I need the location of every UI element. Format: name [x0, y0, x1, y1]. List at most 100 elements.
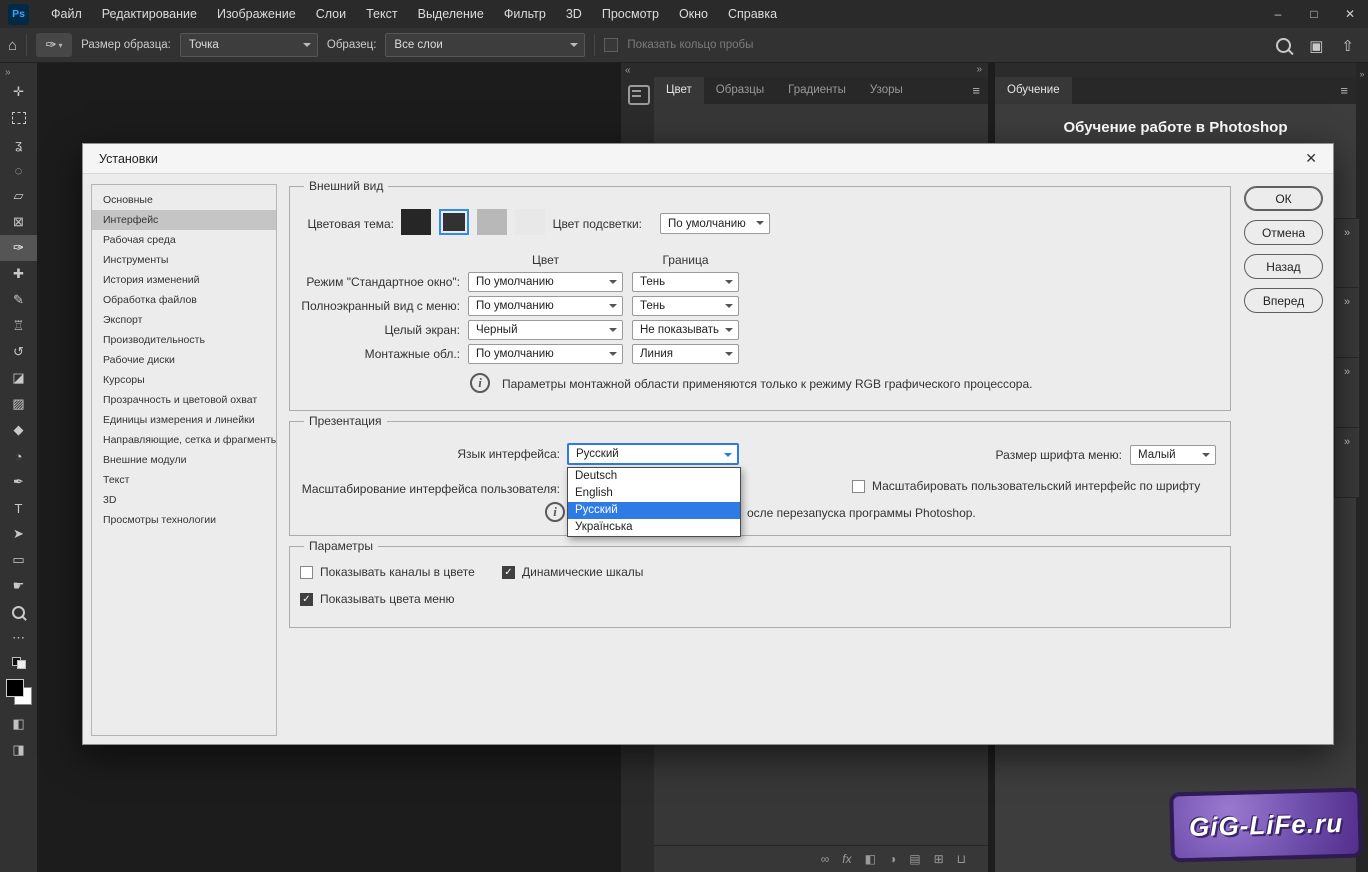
preferences-section-item[interactable]: Производительность [92, 330, 276, 350]
active-tool-button[interactable]: ✑ ▾ [36, 33, 72, 57]
language-option[interactable]: Deutsch [568, 468, 740, 485]
preferences-section-item[interactable]: Интерфейс [92, 210, 276, 230]
eraser-tool[interactable]: ◪ [0, 365, 37, 391]
workspace-switcher-icon[interactable]: ▣ [1309, 37, 1323, 55]
border-select[interactable]: Тень [632, 296, 739, 316]
layer-group-icon[interactable]: ▤ [909, 852, 920, 866]
link-layers-icon[interactable]: ∞ [821, 852, 830, 866]
menu-font-size-select[interactable]: Малый [1130, 445, 1216, 465]
screen-mode-icon[interactable]: ◨ [12, 742, 24, 758]
preferences-section-item[interactable]: Экспорт [92, 310, 276, 330]
menubar-item[interactable]: Просмотр [592, 7, 669, 21]
move-tool[interactable]: ✛ [0, 79, 37, 105]
zoom-tool[interactable] [0, 599, 37, 625]
collapsed-panel-group[interactable]: » [1334, 218, 1360, 288]
sample-size-select[interactable]: Точка [180, 33, 318, 57]
sample-select[interactable]: Все слои [385, 33, 585, 57]
menubar-item[interactable]: Файл [41, 7, 92, 21]
new-layer-icon[interactable]: ⊞ [934, 852, 944, 866]
tab-Узоры[interactable]: Узоры [858, 77, 915, 104]
menubar-item[interactable]: Слои [306, 7, 356, 21]
blur-tool[interactable]: ◆ [0, 417, 37, 443]
search-icon[interactable] [1276, 38, 1291, 53]
menubar-item[interactable]: Редактирование [92, 7, 207, 21]
panel-menu-icon[interactable]: ≡ [972, 77, 988, 104]
border-select[interactable]: Тень [632, 272, 739, 292]
language-option[interactable]: Українська [568, 519, 740, 536]
collapsed-panel-group[interactable]: » [1334, 288, 1360, 358]
theme-swatch[interactable] [477, 209, 507, 235]
collapsed-panel-group[interactable]: » [1334, 428, 1360, 498]
maximize-button[interactable]: □ [1296, 0, 1332, 28]
menubar-item[interactable]: Фильтр [494, 7, 556, 21]
preferences-section-item[interactable]: Единицы измерения и линейки [92, 410, 276, 430]
dialog-close-icon[interactable]: ✕ [1305, 150, 1317, 167]
language-option[interactable]: English [568, 485, 740, 502]
prev-button[interactable]: Назад [1244, 254, 1323, 279]
preferences-section-item[interactable]: История изменений [92, 270, 276, 290]
preferences-section-item[interactable]: 3D [92, 490, 276, 510]
expand-dock-icon[interactable]: « [625, 65, 631, 76]
gradient-tool[interactable]: ▨ [0, 391, 37, 417]
adjustment-layer-icon[interactable]: ◑ [889, 852, 896, 866]
dialog-titlebar[interactable]: Установки ✕ [83, 144, 1333, 174]
theme-swatch[interactable] [401, 209, 431, 235]
tab-Образцы[interactable]: Образцы [704, 77, 776, 104]
menubar-item[interactable]: Выделение [408, 7, 494, 21]
clone-stamp-tool[interactable]: ♖ [0, 313, 37, 339]
cancel-button[interactable]: Отмена [1244, 220, 1323, 245]
checkbox[interactable] [300, 566, 313, 579]
layer-mask-icon[interactable]: ◧ [865, 852, 876, 866]
tab-Градиенты[interactable]: Градиенты [776, 77, 858, 104]
preferences-section-item[interactable]: Инструменты [92, 250, 276, 270]
delete-layer-icon[interactable]: ⊔ [957, 852, 966, 866]
brush-tool[interactable]: ✎ [0, 287, 37, 313]
hand-tool[interactable]: ☛ [0, 573, 37, 599]
frame-tool[interactable]: ⊠ [0, 209, 37, 235]
quick-selection-tool[interactable]: ◌ [0, 157, 37, 183]
border-select[interactable]: Линия [632, 344, 739, 364]
preferences-section-item[interactable]: Рабочие диски [92, 350, 276, 370]
ok-button[interactable]: ОК [1244, 186, 1323, 211]
preferences-section-item[interactable]: Основные [92, 190, 276, 210]
lasso-tool[interactable]: ʓ [0, 131, 37, 157]
history-brush-tool[interactable]: ↺ [0, 339, 37, 365]
preferences-section-item[interactable]: Обработка файлов [92, 290, 276, 310]
collapsed-panel-group[interactable]: » [1334, 358, 1360, 428]
theme-swatch[interactable] [515, 209, 545, 235]
collapse-dock-icon[interactable]: » [976, 64, 982, 75]
preferences-section-item[interactable]: Просмотры технологии [92, 510, 276, 530]
home-icon[interactable]: ⌂ [8, 37, 17, 54]
menubar-item[interactable]: Изображение [207, 7, 306, 21]
preferences-section-item[interactable]: Внешние модули [92, 450, 276, 470]
toolbar-collapse-icon[interactable]: » [5, 67, 11, 78]
theme-swatch[interactable] [439, 209, 469, 235]
menubar-item[interactable]: 3D [556, 7, 592, 21]
menubar-item[interactable]: Текст [356, 7, 407, 21]
tab-learn[interactable]: Обучение [995, 77, 1072, 104]
healing-brush-tool[interactable]: ✚ [0, 261, 37, 287]
next-button[interactable]: Вперед [1244, 288, 1323, 313]
menubar-item[interactable]: Справка [718, 7, 787, 21]
rectangle-tool[interactable]: ▭ [0, 547, 37, 573]
scale-ui-to-font-checkbox[interactable] [852, 480, 865, 493]
minimize-button[interactable]: – [1260, 0, 1296, 28]
share-icon[interactable]: ⇧ [1341, 37, 1354, 55]
preferences-section-item[interactable]: Прозрачность и цветовой охват [92, 390, 276, 410]
close-button[interactable]: ✕ [1332, 0, 1368, 28]
color-select[interactable]: По умолчанию [468, 344, 623, 364]
menubar-item[interactable]: Окно [669, 7, 718, 21]
marquee-tool[interactable] [0, 105, 37, 131]
tab-Цвет[interactable]: Цвет [654, 77, 704, 104]
crop-tool[interactable]: ▱ [0, 183, 37, 209]
collapsed-panel-icon[interactable] [628, 85, 650, 105]
foreground-background-swatches[interactable] [6, 679, 32, 705]
more-options[interactable]: ⋯ [0, 625, 37, 651]
checkbox[interactable]: ✓ [300, 593, 313, 606]
collapse-dock-icon[interactable]: » [1359, 69, 1364, 79]
quick-mask-icon[interactable]: ◧ [12, 716, 24, 732]
type-tool[interactable]: T [0, 495, 37, 521]
panel-menu-icon[interactable]: ≡ [1340, 77, 1356, 104]
show-sampling-ring-checkbox[interactable] [604, 38, 618, 52]
eyedropper-tool[interactable]: ✑ [0, 235, 37, 261]
